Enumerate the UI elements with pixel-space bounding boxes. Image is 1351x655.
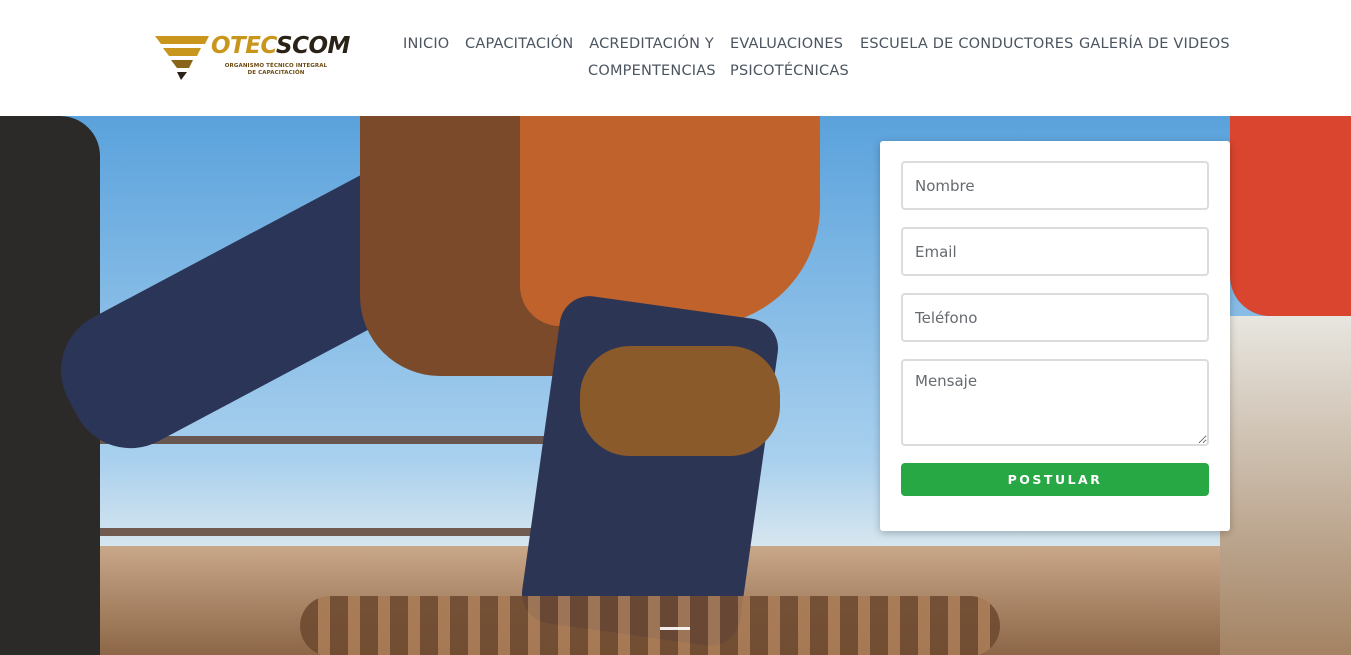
nav-item-acreditacion-line1: ACREDITACIÓN Y (589, 36, 714, 52)
nav-item-inicio[interactable]: INICIO (403, 31, 449, 58)
site-header: OTECSCOM ORGANISMO TÉCNICO INTEGRAL DE C… (0, 0, 1351, 116)
hero-ship-structure (1220, 316, 1351, 655)
hero-railing (41, 436, 599, 536)
otecscom-logo[interactable]: OTECSCOM ORGANISMO TÉCNICO INTEGRAL DE C… (155, 32, 350, 84)
nav-item-capacitacion[interactable]: CAPACITACIÓN (465, 31, 573, 58)
nav-item-evaluaciones[interactable]: EVALUACIONES PSICOTÉCNICAS (730, 31, 849, 85)
nav-item-galeria-videos[interactable]: GALERÍA DE VIDEOS (1079, 31, 1230, 58)
logo-tagline: ORGANISMO TÉCNICO INTEGRAL DE CAPACITACI… (224, 63, 328, 77)
postular-button[interactable]: POSTULAR (901, 463, 1209, 496)
nav-item-escuela-conductores[interactable]: ESCUELA DE CONDUCTORES (860, 31, 1074, 58)
nav-item-evaluaciones-line2: PSICOTÉCNICAS (730, 63, 849, 79)
nav-item-acreditacion[interactable]: ACREDITACIÓN Y COMPENTENCIAS (588, 31, 716, 85)
slider-indicator[interactable] (660, 627, 690, 630)
message-field[interactable] (901, 359, 1209, 446)
name-field[interactable] (901, 161, 1209, 210)
nav-item-evaluaciones-line1: EVALUACIONES (730, 36, 844, 52)
hero-ship-hull (1230, 116, 1351, 316)
hero-chain (300, 596, 1000, 655)
logo-wordmark: OTECSCOM (211, 33, 350, 59)
phone-field[interactable] (901, 293, 1209, 342)
hero-worker-vest (520, 116, 820, 326)
logo-emblem-icon (155, 36, 209, 80)
hero-worker-glove (580, 346, 780, 456)
nav-item-acreditacion-line2: COMPENTENCIAS (588, 63, 716, 79)
email-field[interactable] (901, 227, 1209, 276)
application-form: POSTULAR (880, 141, 1230, 531)
